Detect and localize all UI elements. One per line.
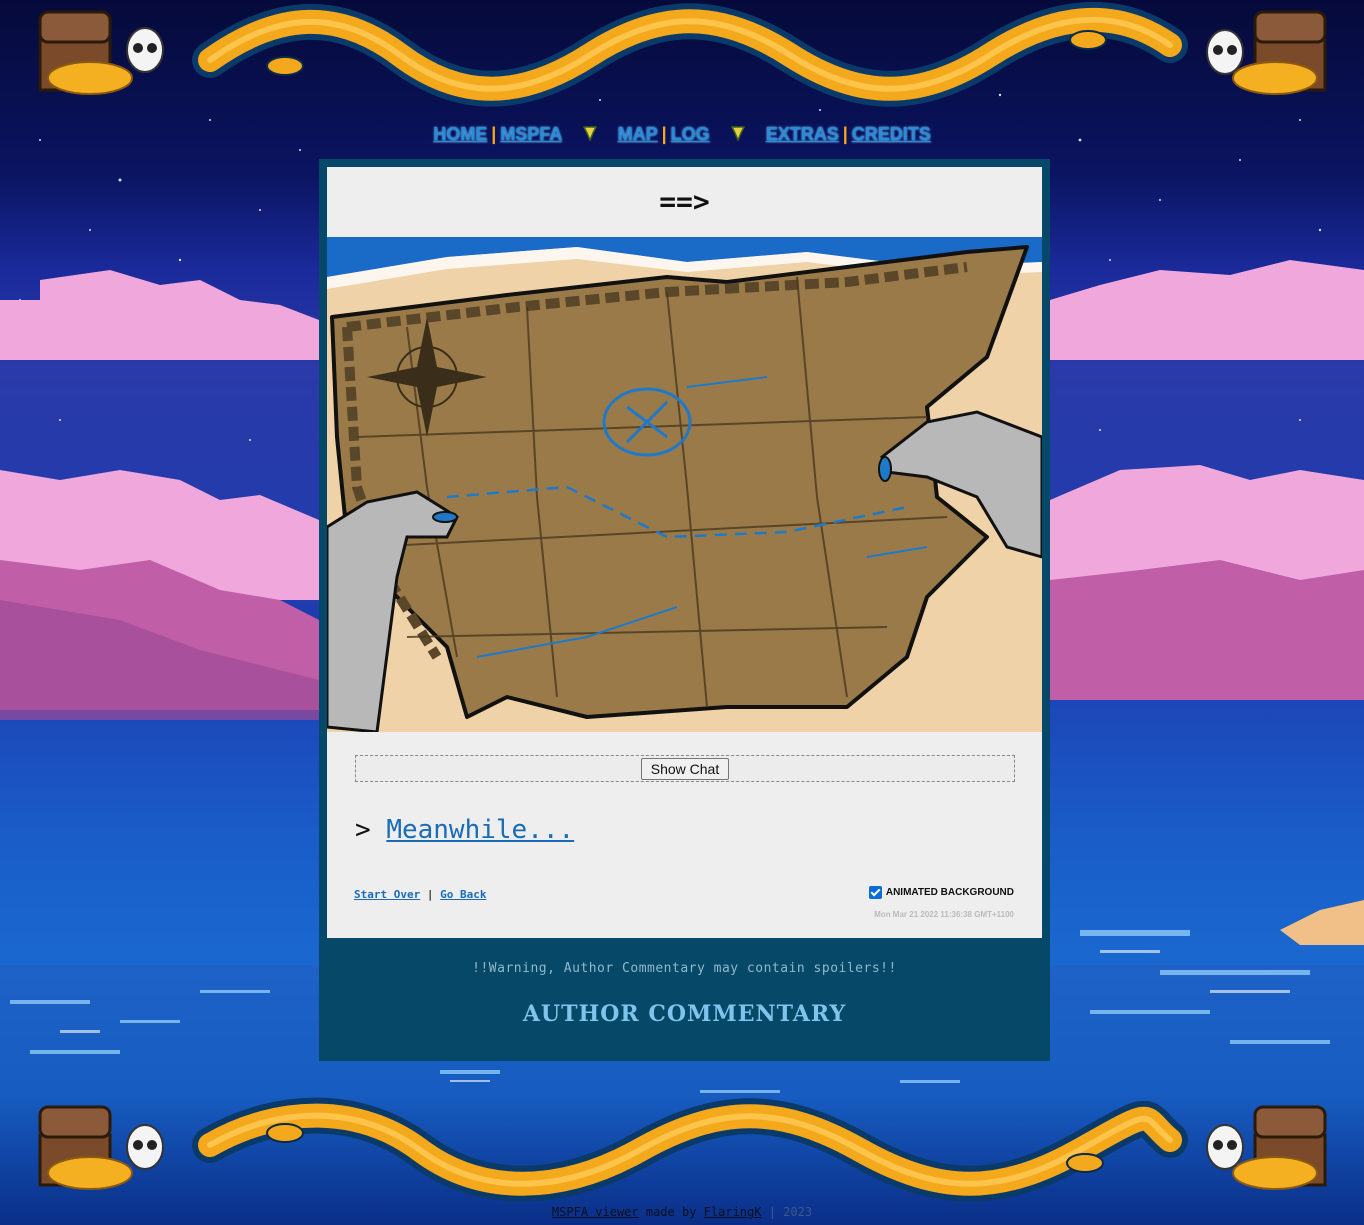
story-frame: ==> Show Chat > Meanwhile... Start Over … bbox=[319, 159, 1050, 1061]
footer-separator: | bbox=[768, 1205, 776, 1219]
skull-icon bbox=[126, 1124, 164, 1170]
skull-icon bbox=[1206, 1124, 1244, 1170]
page-command: ==> bbox=[659, 185, 710, 218]
nav-mspfa[interactable]: MSPFA bbox=[500, 124, 561, 144]
skull-icon bbox=[1206, 29, 1244, 75]
nav-credits[interactable]: CREDITS bbox=[852, 124, 931, 144]
nav-extras[interactable]: EXTRAS bbox=[766, 124, 839, 144]
treasure-chest-icon bbox=[38, 10, 133, 95]
footer-made-by: made by bbox=[645, 1205, 697, 1219]
gem-icon bbox=[582, 126, 597, 142]
clouds-left bbox=[0, 270, 319, 720]
animated-background-toggle[interactable]: ANIMATED BACKGROUND bbox=[868, 886, 1014, 899]
treasure-chest-icon bbox=[38, 1105, 133, 1190]
animated-background-label: ANIMATED BACKGROUND bbox=[885, 887, 1014, 898]
author-commentary-heading[interactable]: AUTHOR COMMENTARY bbox=[319, 1001, 1050, 1027]
story-panel: ==> Show Chat > Meanwhile... Start Over … bbox=[327, 167, 1042, 938]
show-chat-button[interactable]: Show Chat bbox=[641, 758, 729, 780]
start-over-link[interactable]: Start Over bbox=[354, 888, 420, 901]
panel-image bbox=[327, 237, 1042, 732]
spoiler-warning: !!Warning, Author Commentary may contain… bbox=[472, 961, 897, 976]
next-command: > Meanwhile... bbox=[355, 815, 574, 845]
top-nav: HOME | MSPFA MAP | LOG EXTRAS | CREDITS bbox=[433, 124, 931, 144]
sea-serpent-icon bbox=[192, 1097, 1188, 1202]
bottom-border bbox=[38, 1097, 1327, 1202]
footer: MSPFA viewer made by FlaringK | 2023 bbox=[0, 1205, 1364, 1219]
next-page-link[interactable]: Meanwhile... bbox=[386, 815, 574, 845]
footer-year: 2023 bbox=[783, 1205, 813, 1219]
nav-log[interactable]: LOG bbox=[671, 124, 710, 144]
page-nav-links: Start Over | Go Back bbox=[354, 888, 486, 901]
gem-icon bbox=[730, 126, 745, 142]
treasure-chest-icon bbox=[1232, 1105, 1327, 1190]
timestamp: Mon Mar 21 2022 11:36:38 GMT+1100 bbox=[874, 910, 1014, 919]
sea-serpent-icon bbox=[192, 1, 1188, 107]
chat-box: Show Chat bbox=[355, 755, 1015, 782]
mspfa-viewer-link[interactable]: MSPFA viewer bbox=[552, 1205, 639, 1219]
link-separator: | bbox=[426, 888, 434, 901]
clouds-right bbox=[1050, 260, 1364, 700]
skull-icon bbox=[126, 27, 164, 73]
treasure-chest-icon bbox=[1232, 10, 1327, 95]
author-link[interactable]: FlaringK bbox=[704, 1205, 762, 1219]
nav-home[interactable]: HOME bbox=[433, 124, 487, 144]
nav-map[interactable]: MAP bbox=[618, 124, 658, 144]
checkbox-icon[interactable] bbox=[868, 886, 882, 899]
next-prefix: > bbox=[355, 815, 371, 845]
top-border bbox=[38, 1, 1327, 107]
sandbank bbox=[1280, 900, 1364, 945]
go-back-link[interactable]: Go Back bbox=[440, 888, 486, 901]
